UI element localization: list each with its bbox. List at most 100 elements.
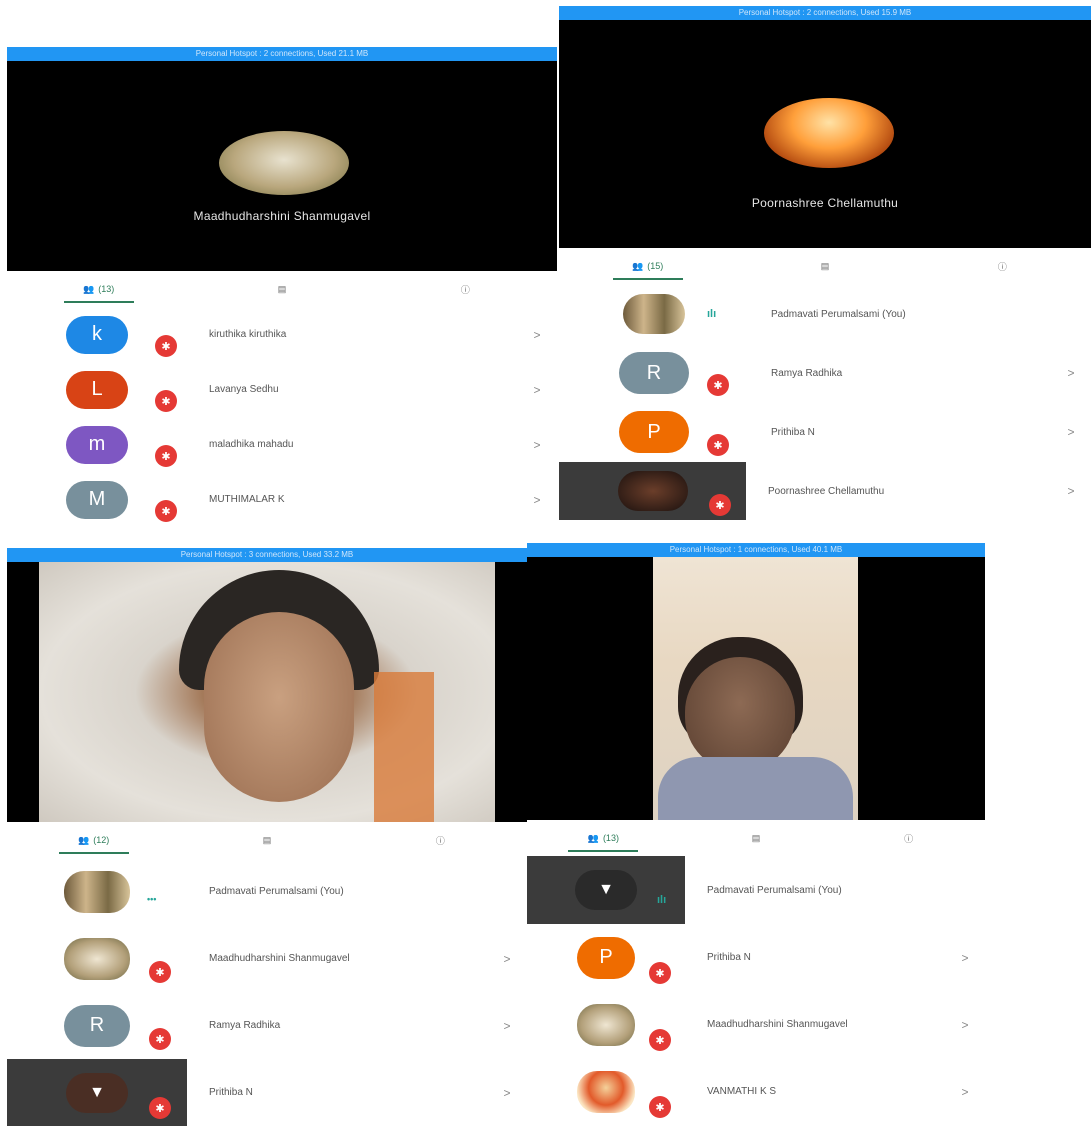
video-feed <box>653 557 858 820</box>
meeting-tabs: 👥 (13) ▤ ⓘ <box>527 820 985 856</box>
chevron-right-icon[interactable]: > <box>517 328 557 342</box>
participant-name: MUTHIMALAR K <box>209 494 285 505</box>
chevron-right-icon[interactable]: > <box>1051 366 1091 380</box>
meeting-tabs: 👥 (13) ▤ ⓘ <box>7 271 557 307</box>
participant-name: Padmavati Perumalsami (You) <box>707 884 842 896</box>
participant-row[interactable]: R ✱ Ramya Radhika > <box>7 992 527 1059</box>
participant-list: ılı Padmavati Perumalsami (You) R ✱ Ramy… <box>559 284 1091 520</box>
tab-info[interactable]: ⓘ <box>914 248 1091 284</box>
participant-row[interactable]: ▼ ✱ Prithiba N > <box>7 1059 527 1126</box>
tab-chat[interactable]: ▤ <box>180 822 353 858</box>
chevron-right-icon[interactable]: > <box>487 1086 527 1100</box>
participant-count: (15) <box>647 261 664 271</box>
participant-row[interactable]: m ✱ maladhika mahadu > <box>7 417 557 472</box>
participant-row[interactable]: L ✱ Lavanya Sedhu > <box>7 362 557 417</box>
raise-hand-icon: ▼ <box>66 1072 128 1113</box>
mic-off-icon: ✱ <box>149 961 171 983</box>
people-icon: 👥 <box>78 834 90 845</box>
participant-name: Ramya Radhika <box>771 367 843 379</box>
tab-chat[interactable]: ▤ <box>680 820 833 856</box>
participant-list: ▼ ılı Padmavati Perumalsami (You) P ✱ Pr… <box>527 856 985 1125</box>
mic-off-icon: ✱ <box>707 434 729 456</box>
participant-row[interactable]: ✱ Maadhudharshini Shanmugavel > <box>527 991 985 1058</box>
hotspot-status-bar: Personal Hotspot : 3 connections, Used 3… <box>7 548 527 562</box>
avatar: R <box>64 1004 130 1047</box>
people-icon: 👥 <box>587 832 599 843</box>
tab-info[interactable]: ⓘ <box>832 820 985 856</box>
participant-row[interactable]: M ✱ MUTHIMALAR K > <box>7 472 557 527</box>
avatar: L <box>66 370 128 409</box>
participant-row[interactable]: ▼ ılı Padmavati Perumalsami (You) <box>527 856 985 924</box>
mic-off-icon: ✱ <box>649 962 671 984</box>
speaker-avatar <box>219 131 349 195</box>
chevron-right-icon[interactable]: > <box>517 493 557 507</box>
chevron-right-icon[interactable]: > <box>517 383 557 397</box>
hotspot-status-bar: Personal Hotspot : 1 connections, Used 4… <box>527 543 985 557</box>
participant-row[interactable]: ✱ Maadhudharshini Shanmugavel > <box>7 925 527 992</box>
screenshot-top-right: Personal Hotspot : 2 connections, Used 1… <box>559 6 1091 526</box>
tab-info[interactable]: ⓘ <box>354 822 527 858</box>
participant-name: Maadhudharshini Shanmugavel <box>707 1019 848 1030</box>
mic-off-icon: ✱ <box>155 390 177 412</box>
mic-off-icon: ✱ <box>707 374 729 396</box>
participant-row[interactable]: k ✱ kiruthika kiruthika > <box>7 307 557 362</box>
tab-participants[interactable]: 👥 (13) <box>527 820 680 856</box>
participant-row[interactable]: ✱ VANMATHI K S > <box>527 1058 985 1125</box>
info-icon: ⓘ <box>904 833 914 844</box>
speaking-indicator-icon: ••• <box>147 894 157 904</box>
avatar <box>64 870 130 913</box>
participant-count: (13) <box>98 284 115 294</box>
avatar <box>617 471 688 511</box>
participant-row[interactable]: ılı Padmavati Perumalsami (You) <box>559 284 1091 344</box>
participant-name: Maadhudharshini Shanmugavel <box>209 953 350 964</box>
meeting-tabs: 👥 (12) ▤ ⓘ <box>7 822 527 858</box>
screenshot-bottom-left: Personal Hotspot : 3 connections, Used 3… <box>7 548 527 1136</box>
screenshot-bottom-right: Personal Hotspot : 1 connections, Used 4… <box>527 543 985 1136</box>
speaker-name: Poornashree Chellamuthu <box>751 196 899 210</box>
chevron-right-icon[interactable]: > <box>945 951 985 965</box>
chevron-right-icon[interactable]: > <box>945 1018 985 1032</box>
participant-name: Prithiba N <box>771 426 815 438</box>
chevron-right-icon[interactable]: > <box>487 1019 527 1033</box>
tab-info[interactable]: ⓘ <box>374 271 557 307</box>
hotspot-status-bar: Personal Hotspot : 2 connections, Used 2… <box>7 47 557 61</box>
tab-participants[interactable]: 👥 (15) <box>559 248 736 284</box>
avatar: R <box>619 352 689 394</box>
participant-row[interactable]: P ✱ Prithiba N > <box>527 924 985 991</box>
participant-row[interactable]: ✱ Poornashree Chellamuthu > <box>559 462 1091 520</box>
participant-name: Prithiba N <box>209 1087 253 1098</box>
participant-row[interactable]: ••• Padmavati Perumalsami (You) <box>7 858 527 925</box>
people-icon: 👥 <box>83 283 95 294</box>
chevron-right-icon[interactable]: > <box>1051 425 1091 439</box>
participant-list: k ✱ kiruthika kiruthika > L ✱ Lavanya Se… <box>7 307 557 527</box>
mic-off-icon: ✱ <box>149 1097 171 1119</box>
chat-icon: ▤ <box>820 260 830 271</box>
chevron-right-icon[interactable]: > <box>945 1085 985 1099</box>
speaker-name: Maadhudharshini Shanmugavel <box>193 209 371 223</box>
speaker-video: Poornashree Chellamuthu <box>559 20 1091 248</box>
speaker-video: Maadhudharshini Shanmugavel <box>7 61 557 271</box>
mic-off-icon: ✱ <box>155 445 177 467</box>
tab-participants[interactable]: 👥 (13) <box>7 271 190 307</box>
participant-count: (12) <box>93 835 110 845</box>
mic-off-icon: ✱ <box>709 494 731 516</box>
tab-chat[interactable]: ▤ <box>736 248 913 284</box>
participant-name: Poornashree Chellamuthu <box>768 485 885 497</box>
speaker-video <box>7 562 527 822</box>
participant-name: maladhika mahadu <box>209 439 294 450</box>
speaker-avatar <box>764 98 894 168</box>
participant-row[interactable]: R ✱ Ramya Radhika > <box>559 344 1091 402</box>
chevron-right-icon[interactable]: > <box>1051 484 1091 498</box>
chevron-right-icon[interactable]: > <box>487 952 527 966</box>
tab-participants[interactable]: 👥 (12) <box>7 822 180 858</box>
participant-row[interactable]: P ✱ Prithiba N > <box>559 402 1091 462</box>
tab-chat[interactable]: ▤ <box>190 271 373 307</box>
chevron-right-icon[interactable]: > <box>517 438 557 452</box>
speaking-indicator-icon: ılı <box>707 308 717 320</box>
hotspot-status-bar: Personal Hotspot : 2 connections, Used 1… <box>559 6 1091 20</box>
speaker-video <box>527 557 985 820</box>
info-icon: ⓘ <box>435 835 445 846</box>
participant-name: kiruthika kiruthika <box>209 329 287 340</box>
participant-name: Padmavati Perumalsami (You) <box>771 308 906 320</box>
screenshot-top-left: Personal Hotspot : 2 connections, Used 2… <box>7 47 557 540</box>
